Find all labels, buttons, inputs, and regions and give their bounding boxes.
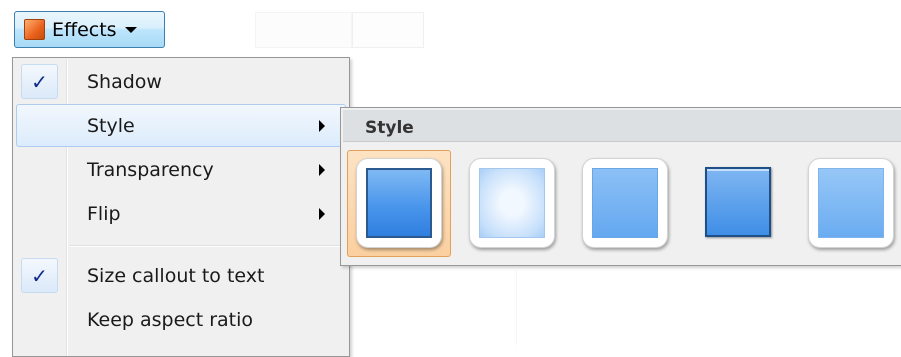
style-tile-1[interactable] <box>347 150 451 257</box>
style-raised-bevel-icon <box>705 167 771 237</box>
background-field-secondary <box>352 12 424 48</box>
menu-item-keep-aspect-ratio[interactable]: Keep aspect ratio <box>16 298 346 341</box>
style-submenu: Style <box>340 107 901 266</box>
background-field <box>255 12 352 48</box>
effects-icon <box>21 16 48 43</box>
chevron-down-icon <box>124 26 137 33</box>
style-bevel-dark-border-icon <box>366 168 432 238</box>
menu-item-size-callout-to-text[interactable]: ✓ Size callout to text <box>16 254 346 297</box>
menu-item-label: Transparency <box>87 159 214 181</box>
checkmark-icon: ✓ <box>21 64 58 99</box>
menu-separator <box>70 245 346 246</box>
menu-item-label: Keep aspect ratio <box>87 309 254 331</box>
submenu-title: Style <box>343 110 901 142</box>
menu-item-label: Style <box>87 115 135 137</box>
chevron-right-icon <box>319 164 325 176</box>
style-flat-icon <box>592 168 658 238</box>
style-flat-light-icon <box>818 168 884 238</box>
menu-item-shadow[interactable]: ✓ Shadow <box>16 60 346 103</box>
style-tile-4[interactable] <box>686 150 790 257</box>
effects-menu: ✓ Shadow Style Transparency Flip ✓ Size … <box>12 57 350 357</box>
background-divider <box>516 270 517 345</box>
menu-item-style[interactable]: Style <box>16 104 346 147</box>
checkmark-icon: ✓ <box>21 258 58 293</box>
chevron-right-icon <box>319 208 325 220</box>
style-tile-3[interactable] <box>573 150 677 257</box>
effects-button-label: Effects <box>52 18 117 41</box>
style-tile-5[interactable] <box>799 150 901 257</box>
menu-item-flip[interactable]: Flip <box>16 192 346 235</box>
menu-item-label: Size callout to text <box>87 265 265 287</box>
chevron-right-icon <box>319 120 325 132</box>
menu-item-label: Shadow <box>87 71 162 93</box>
menu-item-transparency[interactable]: Transparency <box>16 148 346 191</box>
effects-dropdown-button[interactable]: Effects <box>14 11 165 48</box>
style-soft-glow-icon <box>479 168 545 238</box>
menu-item-label: Flip <box>87 203 121 225</box>
style-tile-2[interactable] <box>460 150 564 257</box>
